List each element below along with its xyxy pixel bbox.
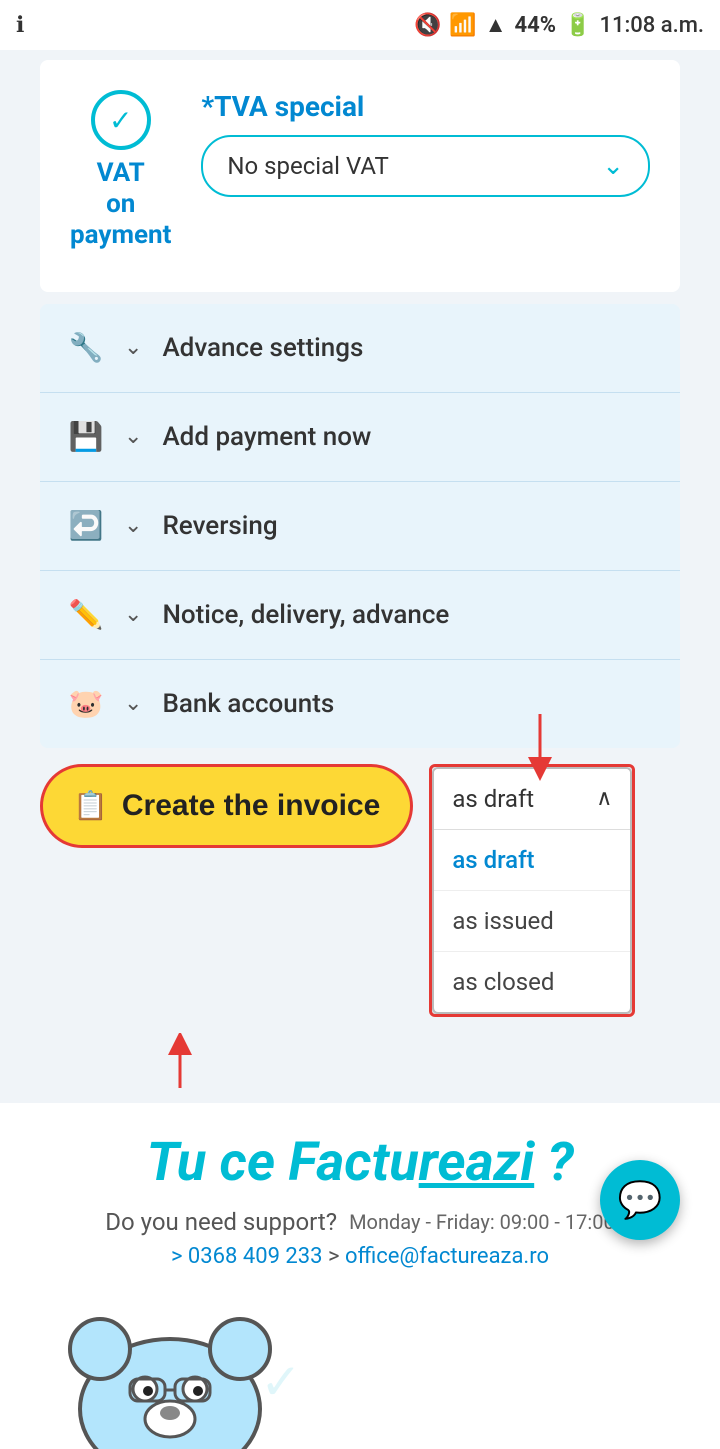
create-invoice-label: Create the invoice xyxy=(122,789,380,823)
expand-arrow-icon-2: ⌄ xyxy=(124,424,142,449)
watermark-illustration: ✓ xyxy=(250,1319,370,1439)
draft-selector[interactable]: as draft ∧ as draft as issued as closed xyxy=(432,767,632,1014)
mute-icon: 🔇 xyxy=(414,13,441,38)
battery-percent: 44% xyxy=(515,13,557,38)
status-bar: ℹ 🔇 📶 ▲ 44% 🔋 11:08 a.m. xyxy=(0,0,720,50)
vat-label: VATonpayment xyxy=(70,158,171,252)
separator: > xyxy=(328,1244,345,1269)
expand-arrow-icon-5: ⌄ xyxy=(124,691,142,716)
signal-icon: ▲ xyxy=(485,12,507,38)
status-right-icons: 🔇 📶 ▲ 44% 🔋 11:08 a.m. xyxy=(414,12,704,38)
wifi-icon: 📶 xyxy=(449,13,476,38)
chat-icon: 💬 xyxy=(618,1179,663,1221)
action-area: 📋 Create the invoice as draft ∧ as draft… xyxy=(40,764,680,1017)
draft-option-as-closed[interactable]: as closed xyxy=(434,952,630,1012)
battery-icon: 🔋 xyxy=(564,13,591,38)
add-payment-label: Add payment now xyxy=(162,422,371,452)
bank-accounts-icon: 🐷 xyxy=(64,682,108,726)
support-line: Do you need support? Monday - Friday: 09… xyxy=(40,1208,680,1236)
info-icon: ℹ xyxy=(16,13,24,38)
reversing-label: Reversing xyxy=(162,511,277,541)
contact-info: > 0368 409 233 > office@factureaza.ro xyxy=(40,1244,680,1269)
vat-dropdown[interactable]: No special VAT ⌄ xyxy=(201,135,650,197)
sidebar-item-bank-accounts[interactable]: 🐷 ⌄ Bank accounts xyxy=(40,660,680,748)
chevron-down-icon: ⌄ xyxy=(602,151,624,181)
draft-option-as-issued[interactable]: as issued xyxy=(434,891,630,952)
reversing-icon: ↩️ xyxy=(64,504,108,548)
tva-special-title: *TVA special xyxy=(201,90,650,123)
sidebar-item-add-payment[interactable]: 💾 ⌄ Add payment now xyxy=(40,393,680,482)
draft-header[interactable]: as draft ∧ xyxy=(434,769,630,830)
expand-arrow-icon-3: ⌄ xyxy=(124,513,142,538)
bank-accounts-label: Bank accounts xyxy=(162,689,334,719)
vat-left: ✓ VATonpayment xyxy=(70,90,171,252)
vat-right: *TVA special No special VAT ⌄ xyxy=(201,90,650,197)
sidebar-item-notice[interactable]: ✏️ ⌄ Notice, delivery, advance xyxy=(40,571,680,660)
support-text: Do you need support? xyxy=(105,1208,337,1236)
advance-settings-label: Advance settings xyxy=(162,333,363,363)
arrow-annotation-create xyxy=(120,1033,240,1093)
chat-button[interactable]: 💬 xyxy=(600,1160,680,1240)
vat-card: ✓ VATonpayment *TVA special No special V… xyxy=(40,60,680,292)
phone-number[interactable]: > 0368 409 233 xyxy=(171,1244,323,1269)
sidebar-item-advance-settings[interactable]: 🔧 ⌄ Advance settings xyxy=(40,304,680,393)
notice-icon: ✏️ xyxy=(64,593,108,637)
sidebar-item-reversing[interactable]: ↩️ ⌄ Reversing xyxy=(40,482,680,571)
schedule-text: Monday - Friday: 09:00 - 17:00 xyxy=(349,1210,615,1234)
clock: 11:08 a.m. xyxy=(599,13,704,38)
vat-dropdown-value: No special VAT xyxy=(227,152,388,180)
invoice-icon: 📋 xyxy=(73,789,108,822)
arrow-area-create xyxy=(40,1033,680,1093)
expand-arrow-icon: ⌄ xyxy=(124,335,142,360)
create-invoice-button[interactable]: 📋 Create the invoice xyxy=(40,764,413,848)
mascot-area: ✓ xyxy=(0,1289,720,1449)
chevron-up-icon: ∧ xyxy=(596,786,612,811)
add-payment-icon: 💾 xyxy=(64,415,108,459)
draft-selector-container: as draft ∧ as draft as issued as closed xyxy=(429,764,635,1017)
email-address[interactable]: office@factureaza.ro xyxy=(345,1244,549,1269)
advance-settings-icon: 🔧 xyxy=(64,326,108,370)
draft-current-value: as draft xyxy=(452,785,534,813)
status-left-icons: ℹ xyxy=(16,13,24,38)
settings-section: 🔧 ⌄ Advance settings 💾 ⌄ Add payment now… xyxy=(40,304,680,748)
banner-title: Tu ce Factureazi ? xyxy=(40,1133,680,1192)
svg-text:✓: ✓ xyxy=(260,1354,302,1412)
notice-label: Notice, delivery, advance xyxy=(162,600,449,630)
expand-arrow-icon-4: ⌄ xyxy=(124,602,142,627)
vat-check-icon[interactable]: ✓ xyxy=(91,90,151,150)
draft-option-as-draft[interactable]: as draft xyxy=(434,830,630,891)
